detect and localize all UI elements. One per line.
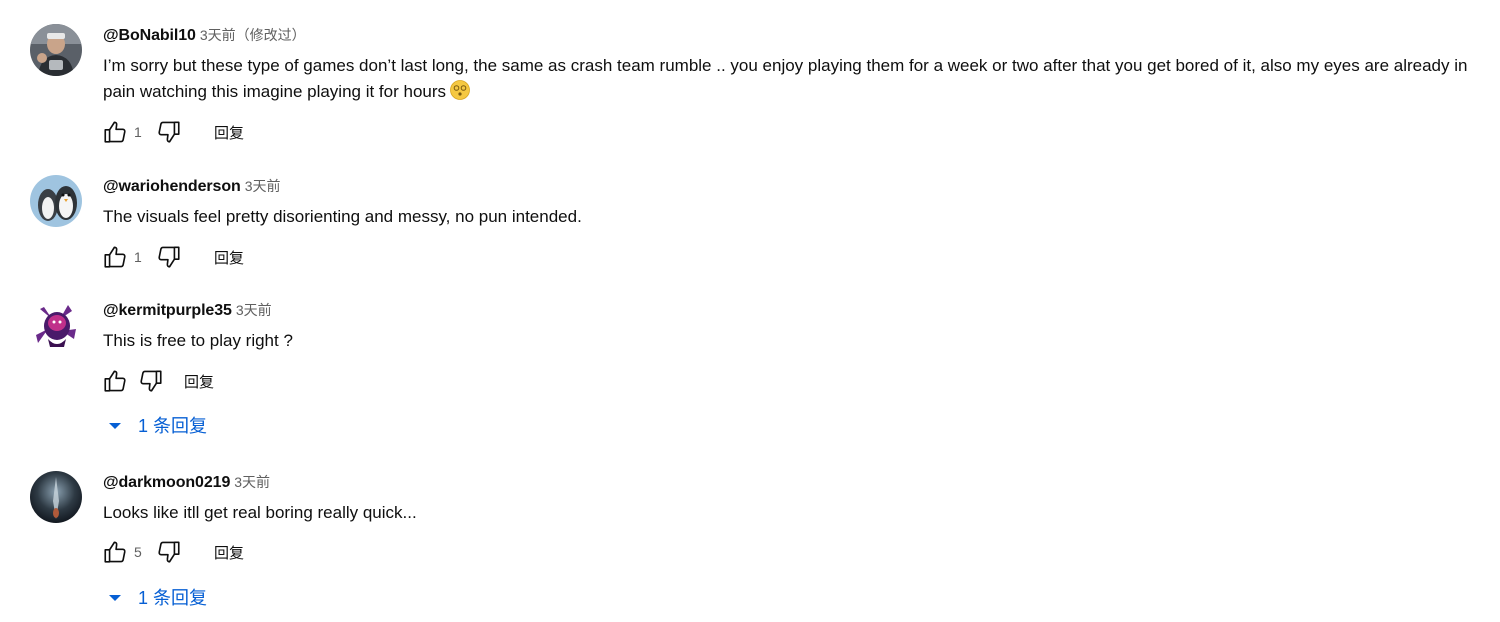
reply-button[interactable]: 回复 (214, 122, 244, 143)
view-replies-button[interactable]: 1 条回复 (108, 411, 207, 439)
comment-actions: 5 回复 (100, 537, 244, 567)
comment-actions: 1 回复 (100, 242, 244, 272)
thumb-up-outline-icon (104, 370, 126, 392)
reply-button[interactable]: 回复 (214, 542, 244, 563)
comment-timestamp[interactable]: 3天前 (236, 302, 272, 318)
comment-text: This is free to play right ? (103, 331, 293, 350)
comment-actions: 回复 (100, 366, 214, 396)
reply-button[interactable]: 回复 (214, 247, 244, 268)
like-button[interactable] (100, 242, 130, 272)
comment-text: The visuals feel pretty disorienting and… (103, 207, 582, 226)
comment-text-content: I’m sorry but these type of games don’t … (103, 56, 1468, 101)
thumb-down-outline-icon (158, 246, 180, 268)
caret-down-icon (108, 415, 122, 436)
thumb-down-outline-icon (158, 121, 180, 143)
comment-timestamp[interactable]: 3天前（修改过） (200, 27, 306, 43)
thumb-up-outline-icon (104, 246, 126, 268)
avatar[interactable] (30, 175, 82, 227)
view-replies-label: 1 条回复 (138, 588, 208, 608)
comment-author[interactable]: @wariohenderson (103, 178, 241, 195)
comment-actions: 1 回复 (100, 117, 244, 147)
comment-timestamp[interactable]: 3天前 (245, 178, 281, 194)
comment-author[interactable]: @darkmoon0219 (103, 474, 230, 491)
caret-down-icon (108, 587, 122, 608)
like-count: 1 (134, 249, 142, 265)
like-count: 1 (134, 124, 142, 140)
like-button[interactable] (100, 537, 130, 567)
comment-timestamp[interactable]: 3天前 (234, 474, 270, 490)
dislike-button[interactable] (136, 366, 166, 396)
avatar[interactable] (30, 24, 82, 76)
comment-author[interactable]: @BoNabil10 (103, 27, 196, 44)
thumb-up-outline-icon (104, 541, 126, 563)
view-replies-button[interactable]: 1 条回复 (108, 583, 207, 611)
avatar[interactable] (30, 299, 82, 351)
dislike-button[interactable] (154, 242, 184, 272)
reply-button[interactable]: 回复 (184, 371, 214, 392)
like-button[interactable] (100, 366, 130, 396)
like-button[interactable] (100, 117, 130, 147)
like-count: 5 (134, 544, 142, 560)
comment-text: I’m sorry but these type of games don’t … (103, 53, 1483, 108)
thumb-down-outline-icon (158, 541, 180, 563)
view-replies-label: 1 条回复 (138, 416, 208, 436)
dislike-button[interactable] (154, 537, 184, 567)
dizzy-face-emoji (450, 80, 470, 108)
thumb-up-outline-icon (104, 121, 126, 143)
comment-text: Looks like itll get real boring really q… (103, 503, 417, 522)
dislike-button[interactable] (154, 117, 184, 147)
comment-author[interactable]: @kermitpurple35 (103, 302, 232, 319)
thumb-down-outline-icon (140, 370, 162, 392)
avatar[interactable] (30, 471, 82, 523)
